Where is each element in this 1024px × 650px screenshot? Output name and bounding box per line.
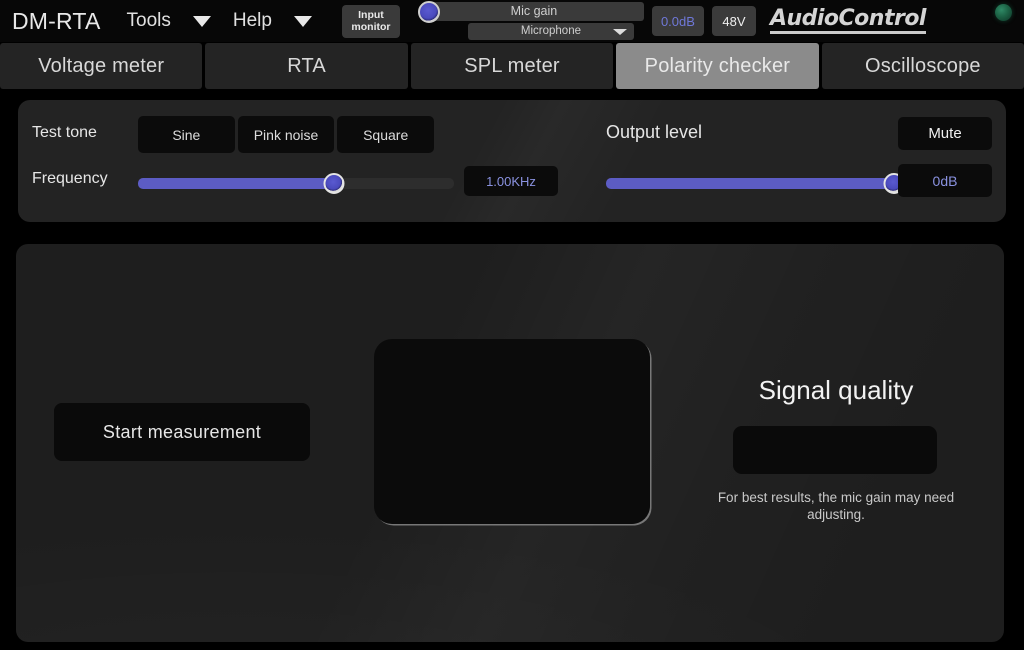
start-measurement-button[interactable]: Start measurement — [54, 403, 310, 461]
brand-logo: AudioControl — [769, 6, 927, 34]
output-level-slider[interactable] — [606, 173, 905, 195]
signal-quality-hint: For best results, the mic gain may need … — [717, 490, 955, 522]
power-led-icon — [995, 4, 1012, 21]
tab-spl-meter[interactable]: SPL meter — [410, 43, 614, 89]
test-tone-pink-noise-button[interactable]: Pink noise — [237, 116, 335, 153]
polarity-display — [374, 339, 650, 524]
tab-voltage-meter[interactable]: Voltage meter — [0, 43, 203, 89]
test-tone-selector: Sine Pink noise Square — [138, 116, 435, 153]
frequency-label: Frequency — [32, 170, 108, 187]
input-monitor-label-line1: Input — [358, 9, 384, 21]
mic-gain-slider[interactable]: Mic gain — [423, 2, 644, 21]
signal-generator-panel: Test tone Frequency Output level Sine Pi… — [18, 100, 1006, 222]
output-level-label: Output level — [606, 122, 703, 142]
frequency-slider[interactable] — [138, 173, 454, 195]
mic-gain-group: Mic gain Microphone — [408, 1, 644, 41]
frequency-slider-knob[interactable] — [323, 173, 345, 194]
signal-quality-indicator — [733, 426, 937, 474]
tab-bar: Voltage meter RTA SPL meter Polarity che… — [0, 43, 1024, 89]
menu-help[interactable]: Help — [233, 10, 272, 32]
test-tone-label: Test tone — [32, 124, 97, 141]
frequency-value-field[interactable]: 1.00KHz — [464, 166, 558, 196]
chevron-down-icon[interactable] — [192, 15, 211, 27]
chevron-down-icon[interactable] — [293, 15, 312, 27]
top-menu-bar: DM-RTA Tools Help Input monitor Mic gain… — [0, 0, 1024, 42]
app-title: DM-RTA — [12, 7, 101, 34]
tab-oscilloscope[interactable]: Oscilloscope — [821, 43, 1024, 89]
mute-button[interactable]: Mute — [898, 117, 992, 150]
mic-source-select[interactable]: Microphone — [467, 23, 634, 40]
frequency-slider-fill — [138, 178, 334, 189]
dm-rta-window: DM-RTA Tools Help Input monitor Mic gain… — [0, 0, 1024, 650]
signal-quality-title: Signal quality — [758, 375, 914, 405]
input-monitor-button[interactable]: Input monitor — [341, 4, 400, 38]
mic-gain-knob[interactable] — [417, 1, 440, 23]
output-value-field[interactable]: 0dB — [898, 164, 992, 197]
mic-source-label: Microphone — [520, 25, 581, 37]
output-slider-fill — [606, 178, 894, 189]
tab-polarity-checker[interactable]: Polarity checker — [616, 43, 819, 89]
brand-name: AudioControl — [769, 6, 927, 31]
chevron-down-icon — [612, 29, 627, 35]
test-tone-square-button[interactable]: Square — [337, 116, 435, 153]
phantom-power-button[interactable]: 48V — [711, 6, 756, 36]
menu-tools[interactable]: Tools — [127, 10, 171, 32]
polarity-checker-panel: Start measurement Signal quality For bes… — [16, 244, 1004, 642]
test-tone-sine-button[interactable]: Sine — [138, 116, 235, 153]
gain-value-button[interactable]: 0.0dB — [651, 6, 704, 36]
brand-underline — [769, 31, 926, 34]
input-monitor-label-line2: monitor — [351, 21, 391, 33]
tab-rta[interactable]: RTA — [205, 43, 408, 89]
